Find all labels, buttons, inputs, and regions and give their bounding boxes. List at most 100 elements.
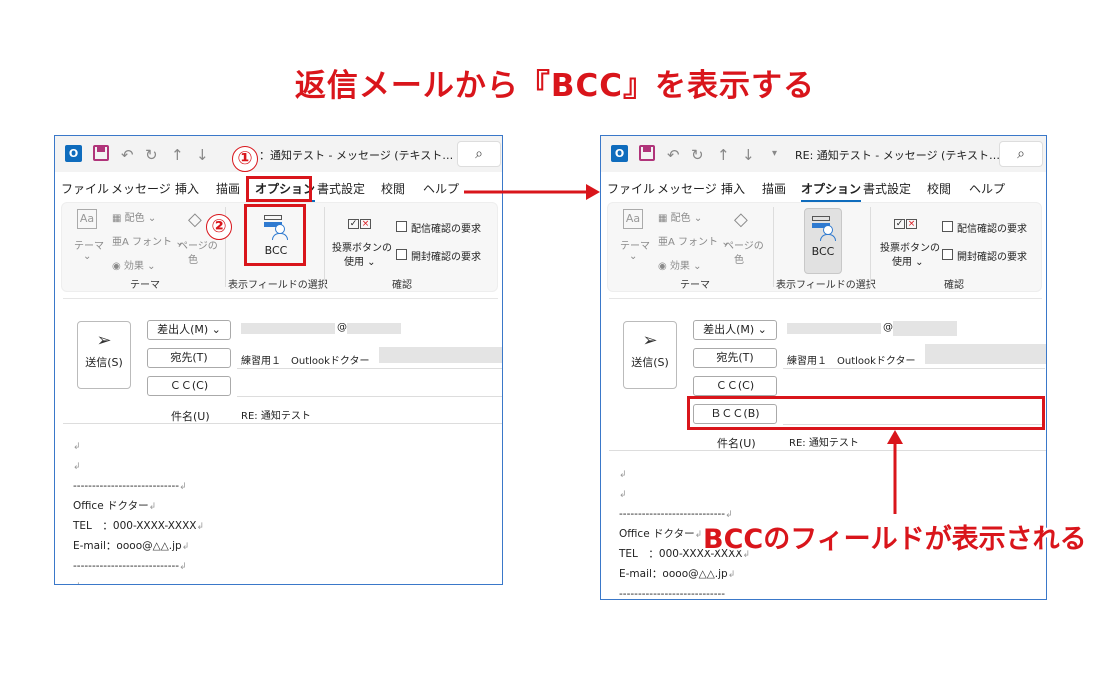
page-color-label-2[interactable]: 色	[188, 251, 198, 266]
menu-help[interactable]: ヘルプ	[969, 180, 1005, 197]
from-button[interactable]: 差出人(M) ⌄	[693, 320, 777, 340]
menu-draw[interactable]: 描画	[762, 180, 786, 197]
arrow-down-icon[interactable]: ↓	[742, 146, 755, 164]
undo-icon[interactable]: ↶	[121, 146, 134, 164]
menu-help[interactable]: ヘルプ	[423, 180, 459, 197]
menu-review[interactable]: 校閲	[927, 180, 951, 197]
menu-insert[interactable]: 挿入	[721, 180, 745, 197]
menu-options[interactable]: オプション	[801, 180, 862, 202]
send-button[interactable]: ➢ 送信(S)	[77, 321, 131, 389]
theme-icon[interactable]: Aa	[77, 209, 97, 229]
from-domain-redacted	[347, 323, 401, 334]
search-icon[interactable]: ⌕	[457, 141, 501, 167]
subject-divider	[609, 450, 1046, 451]
effects-button[interactable]: ◉ 効果 ⌄	[112, 257, 155, 272]
quick-access-dropdown-icon[interactable]: ▾	[772, 148, 777, 159]
page-color-label-1[interactable]: ページの	[724, 237, 764, 252]
menu-message[interactable]: メッセージ	[657, 180, 717, 197]
menu-format[interactable]: 書式設定	[863, 180, 911, 197]
effects-button[interactable]: ◉ 効果 ⌄	[658, 257, 701, 272]
chevron-down-icon: ⌄	[83, 251, 92, 262]
fonts-button[interactable]: 亜A フォント ⌄	[112, 233, 184, 248]
arrow-down-icon[interactable]: ↓	[196, 146, 209, 164]
to-field-value[interactable]: 練習用１ Outlookドクター	[787, 352, 916, 367]
menu-format[interactable]: 書式設定	[317, 180, 365, 197]
window-title: ：通知テスト - メッセージ (テキスト…	[259, 149, 454, 162]
menu-bar: ファイル メッセージ 挿入 描画 オプション 書式設定 校閲 ヘルプ	[601, 176, 1046, 202]
cc-button[interactable]: ＣＣ(C)	[147, 376, 231, 396]
cc-field-underline[interactable]	[237, 396, 502, 397]
page-color-label-2[interactable]: 色	[734, 251, 744, 266]
redo-icon[interactable]: ↻	[691, 146, 704, 164]
page-color-icon[interactable]: ◇	[188, 209, 202, 230]
bcc-button-label: BCC	[811, 245, 835, 258]
to-button[interactable]: 宛先(T)	[693, 348, 777, 368]
tracking-group-label: 確認	[392, 280, 412, 291]
send-button[interactable]: ➢ 送信(S)	[623, 321, 677, 389]
theme-group-label: テーマ	[130, 280, 160, 291]
ribbon: Aa テーマ ⌄ ▦ 配色 ⌄ 亜A フォント ⌄ ◉ 効果 ⌄ ◇ ページの …	[607, 202, 1042, 292]
cc-button[interactable]: ＣＣ(C)	[693, 376, 777, 396]
read-receipt-label: 開封確認の要求	[411, 252, 481, 263]
theme-icon[interactable]: Aa	[623, 209, 643, 229]
divider	[324, 207, 325, 287]
message-body[interactable]: ↲ ↲ ----------------------------↲ Office…	[73, 437, 204, 584]
to-button[interactable]: 宛先(T)	[147, 348, 231, 368]
colors-button[interactable]: ▦ 配色 ⌄	[658, 209, 702, 224]
send-button-label: 送信(S)	[85, 356, 123, 369]
menu-file[interactable]: ファイル	[61, 180, 109, 197]
options-tab-highlight	[246, 176, 312, 202]
delivery-receipt-checkbox[interactable]	[396, 221, 407, 232]
page-color-label-1[interactable]: ページの	[178, 237, 218, 252]
subject-label: 件名(U)	[171, 410, 210, 423]
callout-text: BCCのフィールドが表示される	[703, 524, 1087, 555]
read-receipt-checkbox[interactable]	[396, 249, 407, 260]
undo-icon[interactable]: ↶	[667, 146, 680, 164]
page-color-icon[interactable]: ◇	[734, 209, 748, 230]
bcc-button-active[interactable]: BCC	[804, 208, 842, 274]
redo-icon[interactable]: ↻	[145, 146, 158, 164]
arrow-up-icon[interactable]: ↑	[717, 146, 730, 164]
bcc-icon	[812, 216, 836, 241]
subject-value[interactable]: RE: 通知テスト	[241, 407, 311, 422]
voting-label-2[interactable]: 使用 ⌄	[344, 253, 376, 268]
colors-button[interactable]: ▦ 配色 ⌄	[112, 209, 156, 224]
title-bar: O ↶ ↻ ↑ ↓ ▾ RE: 通知テスト - メッセージ (テキスト… ⌕	[601, 136, 1046, 172]
save-icon[interactable]	[93, 145, 109, 161]
theme-button-label[interactable]: テーマ	[620, 237, 650, 252]
voting-buttons-icon[interactable]: ✓ ×	[348, 209, 374, 233]
send-button-label: 送信(S)	[631, 356, 669, 369]
compose-area: ➢ 送信(S) 差出人(M) ⌄ @ 宛先(T) 練習用１ Outlookドクタ…	[63, 298, 502, 584]
step-1-marker: ①	[232, 146, 258, 172]
menu-review[interactable]: 校閲	[381, 180, 405, 197]
menu-draw[interactable]: 描画	[216, 180, 240, 197]
delivery-receipt-checkbox[interactable]	[942, 221, 953, 232]
subject-label: 件名(U)	[717, 437, 756, 450]
outlook-logo-icon: O	[65, 145, 82, 162]
send-icon: ➢	[642, 330, 658, 351]
voting-label-1[interactable]: 投票ボタンの	[880, 239, 940, 254]
to-address-redacted	[925, 344, 1046, 364]
from-at: @	[337, 322, 347, 333]
title-bar: O ↶ ↻ ↑ ↓ ：通知テスト - メッセージ (テキスト… ⌕	[55, 136, 502, 172]
search-icon[interactable]: ⌕	[999, 141, 1043, 167]
from-at: @	[883, 322, 893, 333]
theme-group-label: テーマ	[680, 280, 710, 291]
divider	[870, 207, 871, 287]
page-heading: 返信メールから『BCC』を表示する	[294, 68, 816, 104]
fonts-button[interactable]: 亜A フォント ⌄	[658, 233, 730, 248]
arrow-up-icon[interactable]: ↑	[171, 146, 184, 164]
read-receipt-checkbox[interactable]	[942, 249, 953, 260]
save-icon[interactable]	[639, 145, 655, 161]
voting-label-2[interactable]: 使用 ⌄	[892, 253, 924, 268]
theme-button-label[interactable]: テーマ	[74, 237, 104, 252]
menu-insert[interactable]: 挿入	[175, 180, 199, 197]
tracking-group-label: 確認	[944, 280, 964, 291]
voting-label-1[interactable]: 投票ボタンの	[332, 239, 392, 254]
menu-message[interactable]: メッセージ	[111, 180, 171, 197]
menu-file[interactable]: ファイル	[607, 180, 655, 197]
from-button[interactable]: 差出人(M) ⌄	[147, 320, 231, 340]
voting-buttons-icon[interactable]: ✓ ×	[894, 209, 920, 233]
subject-value[interactable]: RE: 通知テスト	[789, 434, 859, 449]
to-field-value[interactable]: 練習用１ Outlookドクター	[241, 352, 370, 367]
